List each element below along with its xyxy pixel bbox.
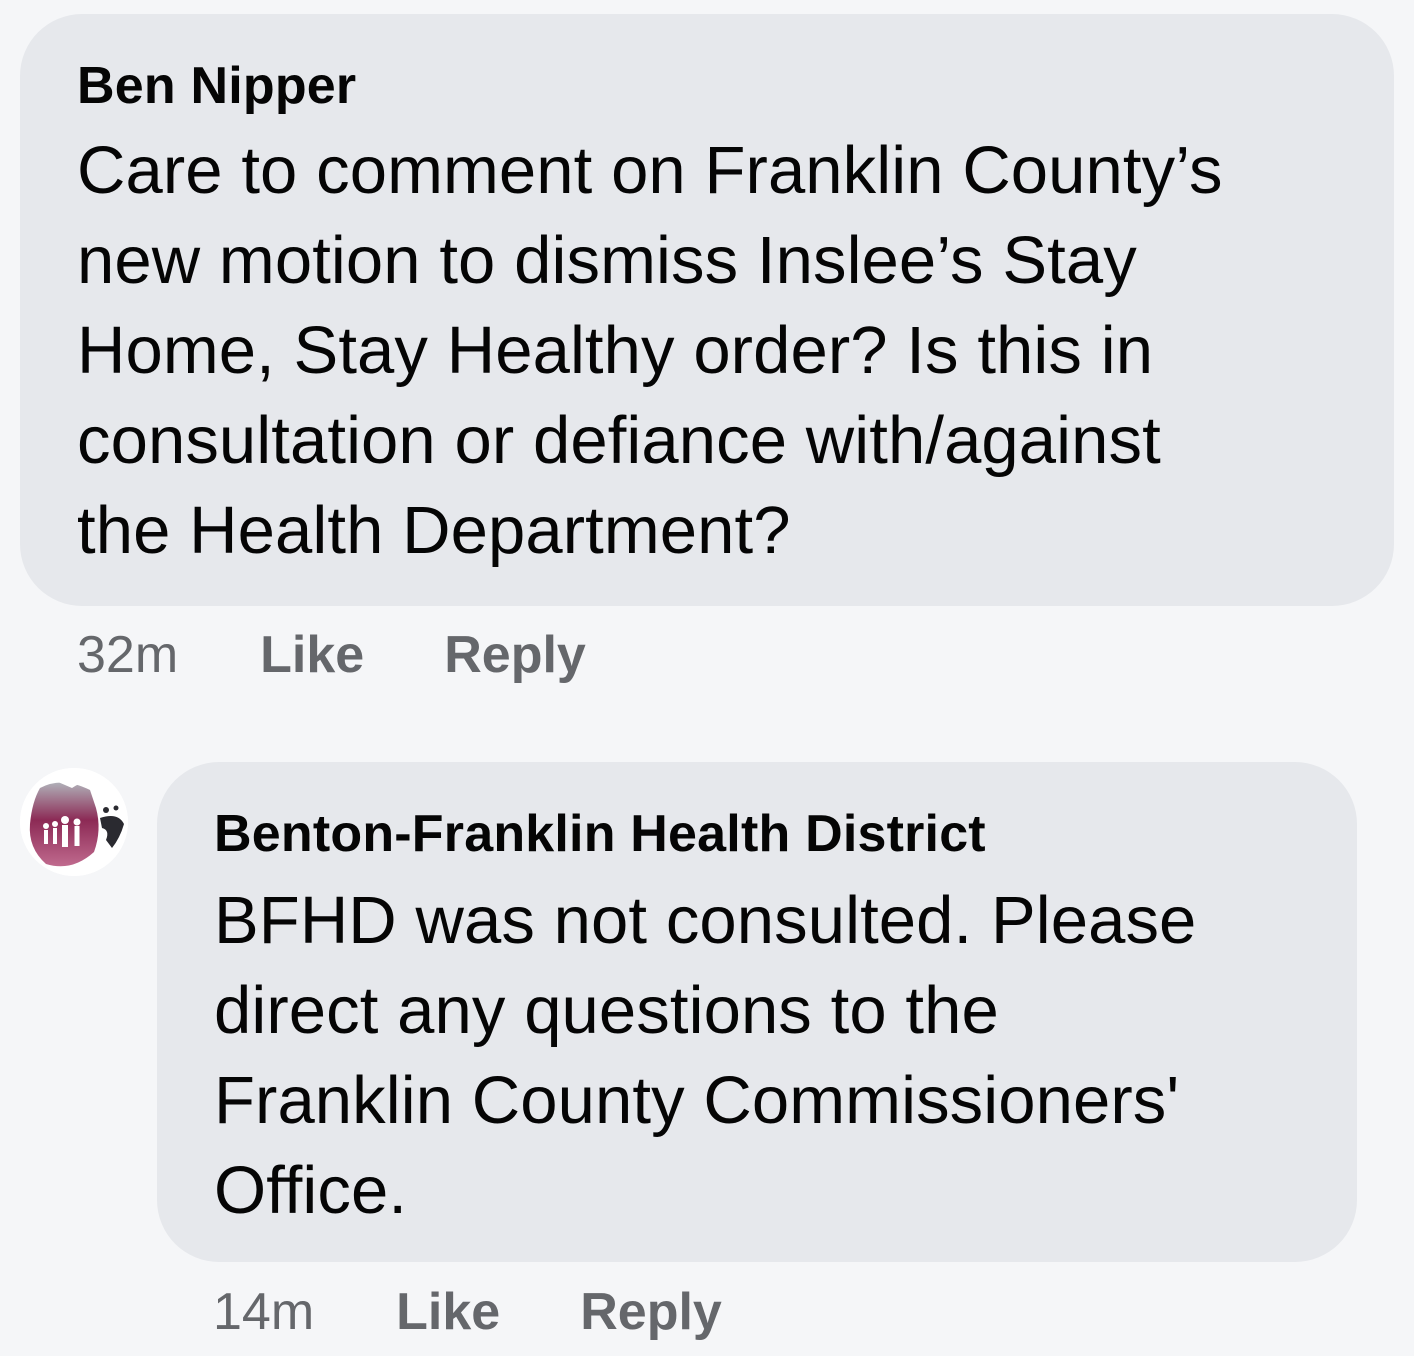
comment-text-line: direct any questions to the (214, 973, 999, 1048)
like-button[interactable]: Like (260, 625, 364, 685)
comment-text-line: the Health Department? (77, 493, 791, 568)
comment-author[interactable]: Ben Nipper (77, 56, 356, 116)
reply-button[interactable]: Reply (580, 1282, 722, 1342)
comment-timestamp[interactable]: 32m (77, 625, 178, 685)
comment-text-line: Franklin County Commissioners' (214, 1063, 1180, 1138)
comment-bubble: Ben Nipper Care to comment on Franklin C… (20, 14, 1394, 606)
comment-text-line: Care to comment on Franklin County’s (77, 133, 1223, 208)
comment-text: BFHD was not consulted. Please direct an… (214, 876, 1196, 1236)
comment-text: Care to comment on Franklin County’s new… (77, 126, 1223, 576)
avatar[interactable] (20, 768, 128, 876)
comment-text-line: consultation or defiance with/against (77, 403, 1161, 478)
comment-timestamp[interactable]: 14m (213, 1282, 314, 1342)
reply-button[interactable]: Reply (444, 625, 586, 685)
comment-actions: 14m Like Reply (213, 1282, 722, 1342)
comment-text-line: new motion to dismiss Inslee’s Stay (77, 223, 1137, 298)
comment-text-line: Office. (214, 1153, 408, 1228)
like-button[interactable]: Like (396, 1282, 500, 1342)
comment-author[interactable]: Benton-Franklin Health District (214, 804, 986, 864)
comment-bubble: Benton-Franklin Health District BFHD was… (157, 762, 1357, 1262)
comment-actions: 32m Like Reply (77, 625, 586, 685)
comment-text-line: Home, Stay Healthy order? Is this in (77, 313, 1154, 388)
bfhd-logo-icon (20, 768, 128, 876)
comment-text-line: BFHD was not consulted. Please (214, 883, 1197, 958)
